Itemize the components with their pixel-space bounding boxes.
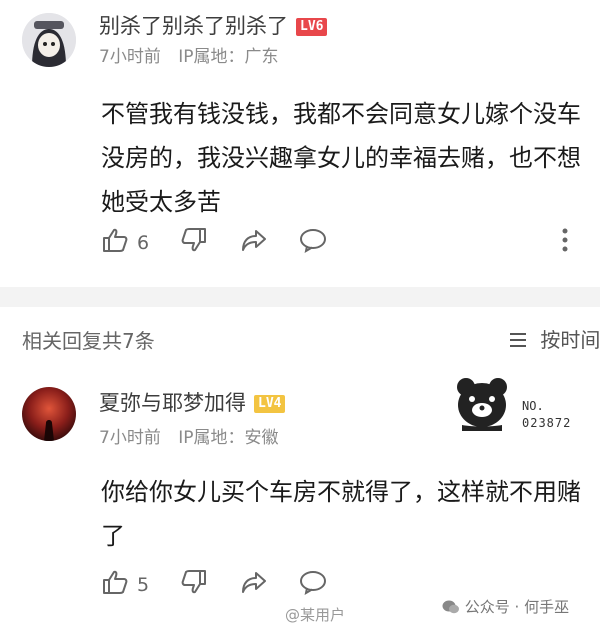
bear-badge: NO. 023872 bbox=[452, 375, 592, 437]
ip-location: 广东 bbox=[244, 47, 279, 67]
username-text[interactable]: 别杀了别杀了别杀了 bbox=[99, 14, 288, 38]
reply-meta: 7小时前 IP属地：安徽 bbox=[99, 423, 279, 448]
dislike-button[interactable] bbox=[180, 226, 208, 258]
badge-no: NO. bbox=[522, 399, 544, 413]
like-button[interactable]: 5 bbox=[101, 568, 149, 601]
menu-icon bbox=[508, 330, 528, 354]
wechat-icon bbox=[442, 599, 460, 619]
share-button[interactable] bbox=[240, 227, 268, 257]
comment-username[interactable]: 别杀了别杀了别杀了 LV6 bbox=[99, 10, 328, 40]
thumbs-down-icon bbox=[180, 570, 208, 600]
reply-button[interactable] bbox=[299, 569, 327, 599]
watermark-left: @某用户 bbox=[285, 606, 346, 624]
reply-content: 你给你女儿买个车房不就得了，这样就不用赌了 bbox=[101, 478, 581, 550]
like-count: 5 bbox=[137, 573, 150, 596]
ip-label: IP属地： bbox=[178, 47, 245, 67]
reply-time: 7小时前 bbox=[99, 428, 161, 448]
badge-number: 023872 bbox=[522, 416, 572, 430]
section-divider bbox=[0, 287, 600, 307]
like-button[interactable]: 6 bbox=[101, 226, 149, 259]
share-icon bbox=[240, 572, 268, 599]
watermark-text: 公众号 · 何手巫 bbox=[464, 598, 570, 616]
sort-label: 按时间 bbox=[540, 328, 600, 352]
comment-content: 不管我有钱没钱，我都不会同意女儿嫁个没车没房的，我没兴趣拿女儿的幸福去赌，也不想… bbox=[101, 100, 581, 216]
replies-count: 相关回复共7条 bbox=[22, 329, 155, 353]
reply-button[interactable] bbox=[299, 227, 327, 257]
thumbs-up-icon bbox=[101, 226, 129, 259]
reply-username[interactable]: 夏弥与耶梦加得 LV4 bbox=[99, 387, 286, 417]
comment-meta: 7小时前 IP属地：广东 bbox=[99, 42, 279, 67]
bear-icon bbox=[452, 375, 516, 441]
share-button[interactable] bbox=[240, 569, 268, 599]
dislike-button[interactable] bbox=[180, 568, 208, 600]
ip-location: 安徽 bbox=[244, 428, 279, 448]
comment-bubble-icon bbox=[299, 229, 327, 257]
ip-label: IP属地： bbox=[178, 428, 245, 448]
username-text[interactable]: 夏弥与耶梦加得 bbox=[99, 391, 246, 415]
more-button[interactable] bbox=[560, 226, 570, 258]
share-icon bbox=[240, 230, 268, 257]
like-count: 6 bbox=[137, 231, 150, 254]
more-vertical-icon bbox=[560, 228, 570, 258]
avatar[interactable] bbox=[22, 13, 76, 67]
watermark-right: 公众号 · 何手巫 bbox=[442, 596, 569, 619]
level-badge: LV4 bbox=[254, 395, 286, 413]
level-badge: LV6 bbox=[296, 18, 328, 36]
thumbs-up-icon bbox=[101, 568, 129, 601]
sort-toggle[interactable]: 按时间 bbox=[508, 324, 600, 354]
avatar[interactable] bbox=[22, 387, 76, 441]
comment-bubble-icon bbox=[299, 571, 327, 599]
comment-time: 7小时前 bbox=[99, 47, 161, 67]
thumbs-down-icon bbox=[180, 228, 208, 258]
